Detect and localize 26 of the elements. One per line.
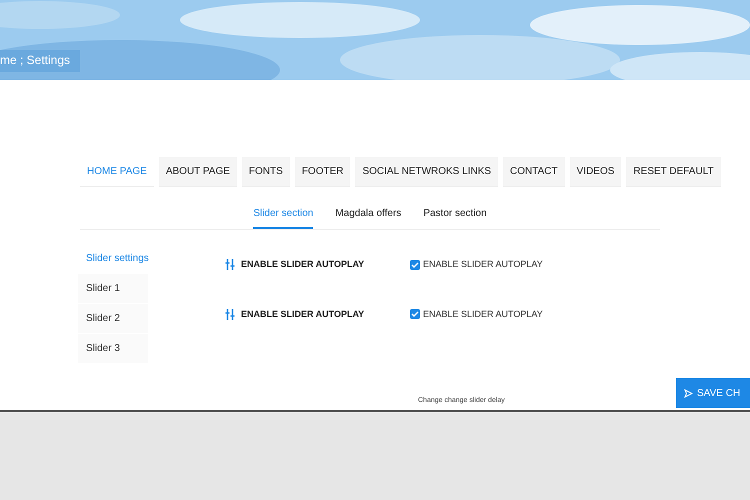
tab[interactable]: FONTS: [242, 157, 290, 187]
sidebar-item[interactable]: Slider 1: [78, 274, 148, 303]
section-tab[interactable]: Magdala offers: [335, 199, 402, 229]
check-icon: [411, 260, 419, 269]
checkbox[interactable]: [410, 309, 420, 320]
sliders-icon: [225, 259, 235, 270]
check-icon: [411, 310, 419, 318]
tab[interactable]: VIDEOS: [570, 157, 622, 187]
autoplay-checkbox[interactable]: ENABLE SLIDER AUTOPLAY: [410, 258, 543, 272]
section-tab[interactable]: Slider section: [253, 199, 314, 229]
tab[interactable]: RESET DEFAULT: [626, 157, 721, 187]
setting-label: ENABLE SLIDER AUTOPLAY: [241, 258, 364, 271]
sliders-icon: [225, 308, 235, 320]
tab[interactable]: SOCIAL NETWROKS LINKS: [355, 157, 498, 187]
tab[interactable]: FOOTER: [294, 157, 350, 187]
breadcrumb: me ; Settings: [0, 52, 70, 69]
autoplay-checkbox[interactable]: ENABLE SLIDER AUTOPLAY: [410, 308, 543, 321]
section-tab[interactable]: Pastor section: [423, 199, 487, 229]
tab[interactable]: CONTACT: [503, 157, 565, 187]
sidebar-item[interactable]: Slider 3: [78, 334, 148, 363]
tab[interactable]: ABOUT PAGE: [158, 157, 237, 187]
setting-label: ENABLE SLIDER AUTOPLAY: [241, 308, 364, 320]
sidebar-item[interactable]: Slider 2: [78, 304, 148, 333]
checkbox[interactable]: [410, 260, 420, 270]
save-button[interactable]: SAVE CH: [676, 378, 750, 408]
send-icon: [684, 388, 693, 398]
